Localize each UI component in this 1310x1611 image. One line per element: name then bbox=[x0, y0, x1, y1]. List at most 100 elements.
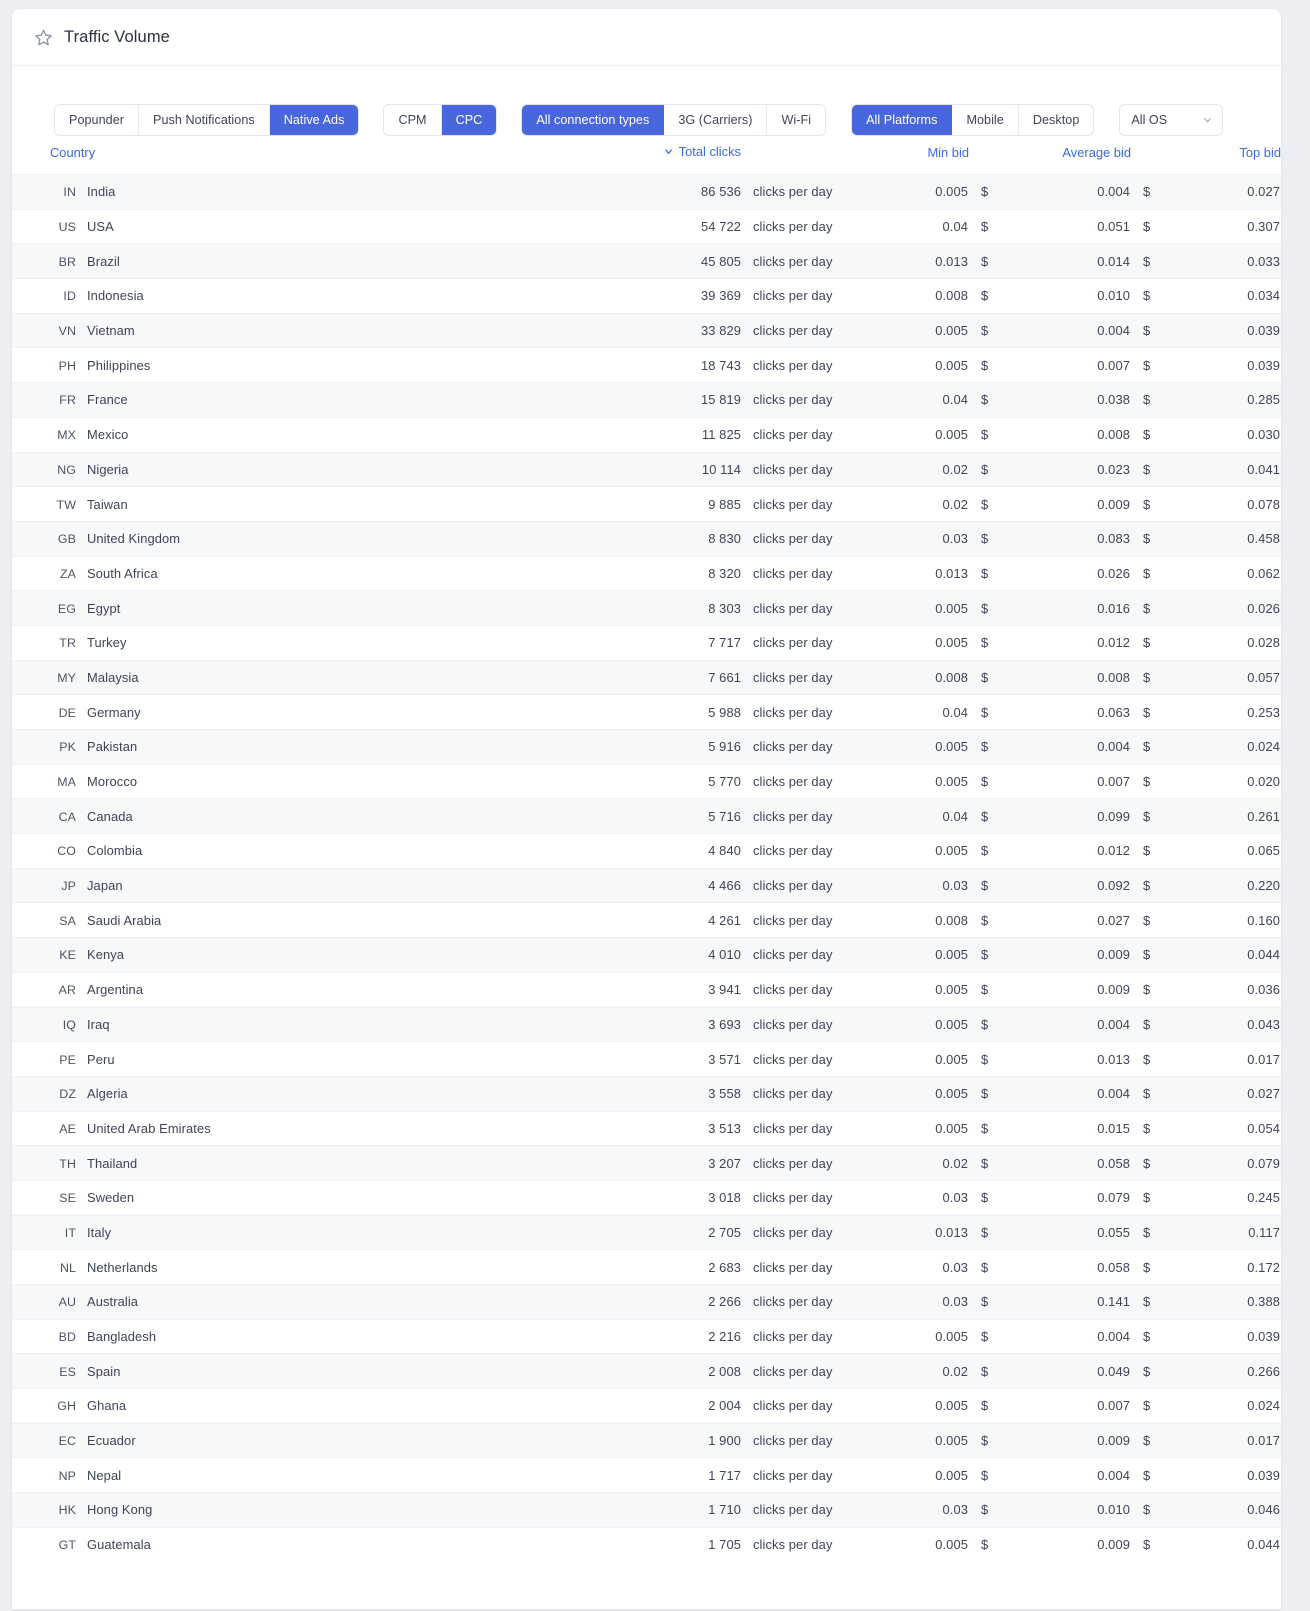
table-row[interactable]: SE Sweden 3 018 clicks per day 0.03 $0.079 $0.… bbox=[12, 1179, 1281, 1216]
table-row[interactable]: TR Turkey 7 717 clicks per day 0.005 $0.012 $0… bbox=[12, 624, 1281, 661]
cell-country: JP Japan bbox=[12, 867, 563, 903]
os-select[interactable]: All OS bbox=[1119, 103, 1224, 136]
cell-min-bid-currency: $ bbox=[969, 971, 1013, 1007]
cell-min-bid-currency: $ bbox=[969, 1353, 1013, 1389]
country-name: Germany bbox=[87, 704, 141, 720]
table-row[interactable]: DZ Algeria 3 558 clicks per day 0.005 $0.004 $… bbox=[12, 1075, 1281, 1112]
country-code: VN bbox=[58, 324, 76, 339]
cell-top-bid: 0.033 bbox=[1175, 243, 1281, 279]
table-row[interactable]: FR France 15 819 clicks per day 0.04 $0.038 $0… bbox=[12, 382, 1281, 418]
cell-country: BD Bangladesh bbox=[12, 1318, 563, 1354]
column-header-total-clicks[interactable]: Total clicks bbox=[563, 144, 741, 175]
cell-average-bid: 0.008 bbox=[1013, 416, 1131, 452]
table-row[interactable]: AU Australia 2 266 clicks per day 0.03 $0.141… bbox=[12, 1284, 1281, 1320]
cell-average-bid-currency: $ bbox=[1131, 971, 1175, 1007]
table-row[interactable]: HK Hong Kong 1 710 clicks per day 0.03 $0.010… bbox=[12, 1492, 1281, 1528]
cell-top-bid: 0.458 bbox=[1175, 520, 1281, 557]
cell-average-bid: 0.009 bbox=[1013, 1526, 1131, 1562]
filter-mobile[interactable]: Mobile bbox=[952, 104, 1019, 135]
cell-min-bid-currency: $ bbox=[969, 486, 1013, 522]
cell-average-bid-currency: $ bbox=[1131, 416, 1175, 452]
cell-min-bid-currency: $ bbox=[969, 833, 1013, 869]
country-code: US bbox=[58, 220, 76, 235]
table-row[interactable]: SA Saudi Arabia 4 261 clicks per day 0.008 $0… bbox=[12, 902, 1281, 938]
table-row[interactable]: MA Morocco 5 770 clicks per day 0.005 $0.007 $… bbox=[12, 763, 1281, 799]
filter-popunder[interactable]: Popunder bbox=[55, 104, 140, 135]
cell-min-bid-currency: $ bbox=[969, 1457, 1013, 1493]
table-row[interactable]: AR Argentina 3 941 clicks per day 0.005 $0.00… bbox=[12, 971, 1281, 1007]
table-row[interactable]: MX Mexico 11 825 clicks per day 0.005 $0.008 $… bbox=[12, 416, 1281, 452]
column-header-country[interactable]: Country bbox=[12, 144, 563, 175]
table-row[interactable]: IT Italy 2 705 clicks per day 0.013 $0.055 $0.… bbox=[12, 1214, 1281, 1250]
cell-min-bid: 0.005 bbox=[853, 833, 969, 869]
country-name: Taiwan bbox=[87, 496, 128, 512]
table-row[interactable]: DE Germany 5 988 clicks per day 0.04 $0.063 $0… bbox=[12, 694, 1281, 730]
country-name: Sweden bbox=[87, 1190, 135, 1206]
filter-desktop[interactable]: Desktop bbox=[1018, 104, 1094, 135]
table-row[interactable]: JP Japan 4 466 clicks per day 0.03 $0.092 $0.2… bbox=[12, 867, 1281, 903]
table-row[interactable]: BR Brazil 45 805 clicks per day 0.013 $0.014 $… bbox=[12, 243, 1281, 279]
table-row[interactable]: IQ Iraq 3 693 clicks per day 0.005 $0.004 $0.0… bbox=[12, 1006, 1281, 1042]
table-row[interactable]: GB United Kingdom 8 830 clicks per day 0.03 $… bbox=[12, 520, 1281, 557]
table-row[interactable]: IN India 86 536 clicks per day 0.005 $0.004 $0… bbox=[12, 174, 1281, 210]
table-row[interactable]: GT Guatemala 1 705 clicks per day 0.005 $0.00… bbox=[12, 1526, 1281, 1562]
cell-average-bid: 0.063 bbox=[1013, 694, 1131, 730]
country-code: FR bbox=[59, 393, 76, 408]
column-header-top-bid[interactable]: Top bid bbox=[1175, 144, 1281, 175]
table-row[interactable]: CO Colombia 4 840 clicks per day 0.005 $0.012… bbox=[12, 833, 1281, 869]
cell-min-bid-currency: $ bbox=[969, 1179, 1013, 1216]
table-row[interactable]: AE United Arab Emirates 3 513 clicks per da… bbox=[12, 1110, 1281, 1146]
table-row[interactable]: ES Spain 2 008 clicks per day 0.02 $0.049 $0.2… bbox=[12, 1353, 1281, 1389]
table-row[interactable]: EG Egypt 8 303 clicks per day 0.005 $0.016 $0.… bbox=[12, 590, 1281, 626]
star-icon[interactable] bbox=[34, 28, 53, 47]
table-row[interactable]: BD Bangladesh 2 216 clicks per day 0.005 $0.0… bbox=[12, 1318, 1281, 1354]
table-row[interactable]: ZA South Africa 8 320 clicks per day 0.013 $0… bbox=[12, 555, 1281, 591]
filter-3g-carriers[interactable]: 3G (Carriers) bbox=[664, 104, 768, 135]
table-row[interactable]: MY Malaysia 7 661 clicks per day 0.008 $0.008… bbox=[12, 659, 1281, 695]
table-row[interactable]: GH Ghana 2 004 clicks per day 0.005 $0.007 $0.… bbox=[12, 1388, 1281, 1424]
filter-native-ads[interactable]: Native Ads bbox=[269, 104, 359, 135]
table-row[interactable]: PE Peru 3 571 clicks per day 0.005 $0.013 $0.0… bbox=[12, 1041, 1281, 1077]
table-row[interactable]: VN Vietnam 33 829 clicks per day 0.005 $0.004… bbox=[12, 312, 1281, 348]
filter-push-notifications[interactable]: Push Notifications bbox=[139, 104, 270, 135]
cell-min-bid-currency: $ bbox=[969, 902, 1013, 938]
cell-min-bid: 0.005 bbox=[853, 971, 969, 1007]
column-header-top-bid-label: Top bid bbox=[1239, 145, 1281, 160]
table-row[interactable]: US USA 54 722 clicks per day 0.04 $0.051 $0.30… bbox=[12, 208, 1281, 244]
cell-clicks-unit: clicks per day bbox=[741, 174, 853, 210]
filter-all-platforms[interactable]: All Platforms bbox=[852, 104, 953, 135]
filter-cpc[interactable]: CPC bbox=[441, 104, 497, 135]
country-code: AE bbox=[59, 1121, 76, 1136]
cell-clicks-unit: clicks per day bbox=[741, 1110, 853, 1146]
filter-wifi[interactable]: Wi-Fi bbox=[767, 104, 826, 135]
table-row[interactable]: PK Pakistan 5 916 clicks per day 0.005 $0.004… bbox=[12, 729, 1281, 765]
table-row[interactable]: EC Ecuador 1 900 clicks per day 0.005 $0.009 $… bbox=[12, 1422, 1281, 1458]
table-row[interactable]: ID Indonesia 39 369 clicks per day 0.008 $0.0… bbox=[12, 278, 1281, 314]
table-row[interactable]: NP Nepal 1 717 clicks per day 0.005 $0.004 $0.… bbox=[12, 1457, 1281, 1493]
table-row[interactable]: KE Kenya 4 010 clicks per day 0.005 $0.009 $0.… bbox=[12, 937, 1281, 973]
cell-country: MA Morocco bbox=[12, 763, 563, 799]
cell-country: TW Taiwan bbox=[12, 486, 563, 522]
cell-total-clicks: 3 571 bbox=[563, 1041, 741, 1077]
cell-country: DZ Algeria bbox=[12, 1075, 563, 1112]
cell-total-clicks: 2 266 bbox=[563, 1284, 741, 1320]
table-row[interactable]: TW Taiwan 9 885 clicks per day 0.02 $0.009 $0.… bbox=[12, 486, 1281, 522]
filter-cpm[interactable]: CPM bbox=[384, 104, 442, 135]
cell-total-clicks: 7 717 bbox=[563, 624, 741, 661]
column-header-average-bid[interactable]: Average bid bbox=[1013, 144, 1131, 175]
cell-average-bid: 0.004 bbox=[1013, 312, 1131, 348]
table-row[interactable]: TH Thailand 3 207 clicks per day 0.02 $0.058 $… bbox=[12, 1145, 1281, 1181]
table-row[interactable]: NG Nigeria 10 114 clicks per day 0.02 $0.023 $… bbox=[12, 451, 1281, 487]
cell-top-bid: 0.039 bbox=[1175, 1318, 1281, 1354]
column-header-total-clicks-label: Total clicks bbox=[678, 144, 741, 159]
table-row[interactable]: PH Philippines 18 743 clicks per day 0.005 $0… bbox=[12, 347, 1281, 383]
table-row[interactable]: CA Canada 5 716 clicks per day 0.04 $0.099 $0.… bbox=[12, 798, 1281, 834]
cell-country: PE Peru bbox=[12, 1041, 563, 1077]
table-row[interactable]: NL Netherlands 2 683 clicks per day 0.03 $0.0… bbox=[12, 1249, 1281, 1285]
country-name: Ecuador bbox=[87, 1433, 136, 1449]
cell-average-bid-currency: $ bbox=[1131, 1006, 1175, 1042]
cell-top-bid: 0.266 bbox=[1175, 1353, 1281, 1389]
cell-total-clicks: 1 900 bbox=[563, 1422, 741, 1458]
column-header-min-bid[interactable]: Min bid bbox=[853, 144, 969, 175]
filter-all-connection-types[interactable]: All connection types bbox=[522, 104, 665, 135]
